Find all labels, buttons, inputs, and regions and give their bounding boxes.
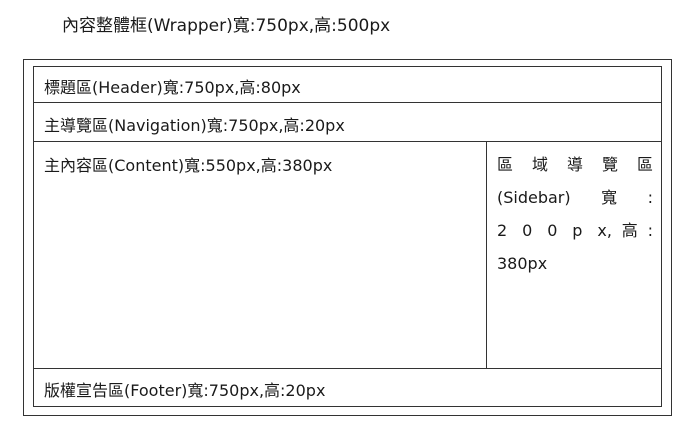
- sidebar-label-line-2: (Sidebar)寬:: [497, 188, 653, 207]
- content-region: 主內容區(Content)寬:550px,高:380px: [34, 142, 487, 368]
- wrapper-label: 內容整體框(Wrapper)寬:750px,高:500px: [62, 16, 391, 36]
- content-label: 主內容區(Content)寬:550px,高:380px: [44, 156, 333, 175]
- navigation-region: 主導覽區(Navigation)寬:750px,高:20px: [34, 103, 661, 142]
- sidebar-label-line-1: 區 域 導 覽 區: [497, 155, 653, 174]
- footer-label: 版權宣告區(Footer)寬:750px,高:20px: [44, 381, 326, 400]
- footer-region: 版權宣告區(Footer)寬:750px,高:20px: [34, 368, 661, 406]
- navigation-label: 主導覽區(Navigation)寬:750px,高:20px: [44, 116, 345, 135]
- layout-frame: 標題區(Header)寬:750px,高:80px 主導覽區(Navigatio…: [33, 66, 662, 407]
- sidebar-label-line-3: 2 0 0 p x,高:: [497, 221, 653, 240]
- sidebar-region: 區 域 導 覽 區 (Sidebar)寬: 2 0 0 p x,高: 380px: [487, 142, 661, 368]
- header-label: 標題區(Header)寬:750px,高:80px: [44, 78, 301, 97]
- sidebar-label-line-4: 380px: [497, 254, 548, 273]
- header-region: 標題區(Header)寬:750px,高:80px: [34, 67, 661, 103]
